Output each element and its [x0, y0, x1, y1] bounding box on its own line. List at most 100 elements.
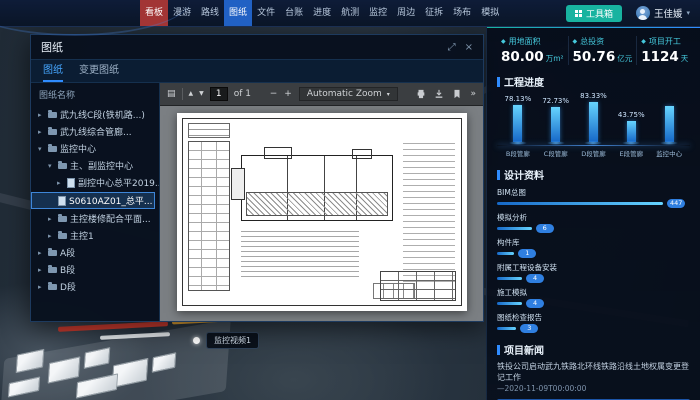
print-icon[interactable] — [416, 89, 426, 99]
section-header-progress: 工程进度 — [497, 74, 690, 89]
design-item-label: 施工模拟 — [497, 287, 690, 298]
tree-header: 图纸名称 — [31, 86, 159, 106]
page-total-label: of 1 — [234, 89, 251, 99]
stat-unit: 天 — [681, 54, 689, 63]
nav-tab-survey[interactable]: 航测 — [336, 0, 364, 26]
main-nav-tabs: 看板 漫游 路线 图纸 文件 台账 进度 航测 监控 周边 征拆 场布 模拟 — [140, 0, 504, 26]
tab-drawings[interactable]: 图纸 — [43, 60, 63, 82]
download-icon[interactable] — [434, 89, 444, 99]
page-down-icon[interactable]: ▼ — [199, 91, 204, 97]
toolbox-button[interactable]: 工具箱 — [566, 5, 622, 22]
bookmark-icon[interactable] — [452, 89, 462, 99]
zoom-select[interactable]: Automatic Zoom ▾ — [299, 87, 398, 101]
tree-caret-icon[interactable]: ▸ — [48, 215, 55, 223]
expand-icon[interactable]: ⤢ — [448, 42, 456, 53]
user-name: 王佳媛 — [654, 6, 683, 20]
section-accent-bar — [497, 345, 500, 355]
design-item[interactable]: BIM总图 447 — [497, 187, 690, 208]
nav-tab-requisition[interactable]: 征拆 — [420, 0, 448, 26]
design-item[interactable]: 模拟分析 6 — [497, 212, 690, 233]
nav-tab-drawings[interactable]: 图纸 — [224, 0, 252, 26]
chevron-down-icon: ▾ — [387, 91, 390, 98]
nav-tab-monitor[interactable]: 监控 — [364, 0, 392, 26]
page-input[interactable] — [210, 87, 228, 101]
tree-item[interactable]: ▸ D段 — [31, 278, 159, 295]
tree-item[interactable]: ▸ 武九线C段(铁机路...) — [31, 106, 159, 123]
folder-icon — [58, 163, 67, 169]
tree-item[interactable]: ▸ A段 — [31, 244, 159, 261]
chart-bar-column[interactable] — [652, 96, 686, 145]
chart-bar-column[interactable]: 78.13% — [501, 95, 535, 146]
tree-caret-icon[interactable]: ▸ — [48, 232, 55, 240]
diamond-icon: ◆ — [573, 38, 578, 45]
pdf-canvas[interactable] — [160, 106, 483, 321]
zoom-in-button[interactable]: + — [284, 90, 292, 99]
tree-item[interactable]: ▸ B段 — [31, 261, 159, 278]
tree-item[interactable]: ▸ 副控中心总平2019... — [31, 174, 159, 191]
nav-tab-surroundings[interactable]: 周边 — [392, 0, 420, 26]
page-up-icon[interactable]: ▲ — [189, 91, 194, 97]
nav-tab-ledger[interactable]: 台账 — [280, 0, 308, 26]
tree-caret-icon[interactable]: ▸ — [38, 283, 45, 291]
user-menu[interactable]: 王佳媛 ▾ — [636, 6, 690, 20]
chart-bar-column[interactable]: 43.75% — [614, 111, 648, 145]
sheet-title-block — [380, 271, 456, 301]
tree-caret-icon[interactable]: ▸ — [38, 128, 45, 136]
chart-bar-column[interactable]: 83.33% — [576, 92, 610, 145]
nav-tab-roam[interactable]: 漫游 — [168, 0, 196, 26]
more-tools-icon[interactable]: » — [470, 90, 476, 99]
count-badge: 6 — [536, 224, 554, 233]
sidebar-toggle-icon[interactable]: ▤ — [167, 90, 176, 99]
folder-icon — [48, 112, 57, 118]
tree-caret-icon[interactable]: ▾ — [48, 162, 55, 170]
nav-tab-simulation[interactable]: 模拟 — [476, 0, 504, 26]
top-navbar: 看板 漫游 路线 图纸 文件 台账 进度 航测 监控 周边 征拆 场布 模拟 工… — [0, 0, 700, 27]
bar-value-label: 72.73% — [542, 97, 569, 106]
tree-item-label: D段 — [60, 280, 76, 293]
design-item[interactable]: 附属工程设备安装 4 — [497, 262, 690, 283]
tree-caret-icon[interactable]: ▸ — [38, 111, 45, 119]
bar-category-label: B段管廊 — [500, 148, 536, 158]
sheet-notes-column — [403, 143, 455, 283]
bar-category-label: 监控中心 — [651, 148, 687, 158]
sheet-header-table — [188, 123, 230, 138]
tree-caret-icon[interactable]: ▸ — [38, 266, 45, 274]
tree-item-label: 副控中心总平2019... — [78, 176, 159, 189]
tree-item[interactable]: ▸ 主控1 — [31, 227, 159, 244]
tree-item[interactable]: ▾ 主、副监控中心 — [31, 157, 159, 174]
tree-caret-icon[interactable]: ▾ — [38, 145, 45, 153]
tree-item[interactable]: ▸ 武九线综合管廊... — [31, 123, 159, 140]
folder-icon — [48, 284, 57, 290]
design-item[interactable]: 构件库 1 — [497, 237, 690, 258]
nav-tab-route[interactable]: 路线 — [196, 0, 224, 26]
chart-bar-column[interactable]: 72.73% — [539, 97, 573, 145]
tree-item[interactable]: ▾ 监控中心 — [31, 140, 159, 157]
design-item[interactable]: 施工模拟 4 — [497, 287, 690, 308]
tree-caret-icon[interactable]: ▸ — [38, 249, 45, 257]
nav-tab-files[interactable]: 文件 — [252, 0, 280, 26]
plan-annex — [264, 147, 292, 159]
stat-total-investment: ◆总投资 50.76亿元 — [569, 36, 638, 65]
stat-unit: 万m² — [546, 54, 564, 63]
news-item[interactable]: 铁投公司启动武九铁路北环线铁路沿线土地权属变更登记工作 —2020-11-09T… — [497, 361, 690, 395]
close-icon[interactable]: × — [465, 42, 473, 53]
camera-hotspot[interactable] — [193, 337, 200, 344]
count-badge: 3 — [520, 324, 538, 333]
pdf-page[interactable] — [177, 113, 467, 311]
pipeline-red — [58, 321, 168, 332]
nav-tab-dashboard[interactable]: 看板 — [140, 0, 168, 26]
nav-tab-site-layout[interactable]: 场布 — [448, 0, 476, 26]
tree-item-selected[interactable]: S0610AZ01_总平... — [31, 192, 155, 209]
tree-item[interactable]: ▸ 主控楼修配合平面... — [31, 210, 159, 227]
tab-changed-drawings[interactable]: 变更图纸 — [79, 60, 119, 82]
tree-caret-icon[interactable]: ▸ — [57, 179, 64, 187]
sheet-floor-plan — [241, 155, 393, 221]
design-item[interactable]: 图纸检查报告 3 — [497, 312, 690, 333]
zoom-out-button[interactable]: − — [270, 90, 278, 99]
tree-item-label: A段 — [60, 246, 75, 259]
nav-tab-progress[interactable]: 进度 — [308, 0, 336, 26]
camera-tooltip[interactable]: 监控视频1 — [206, 332, 259, 349]
tree-item-label: 监控中心 — [60, 142, 96, 155]
chevron-down-icon: ▾ — [686, 9, 690, 17]
diamond-icon: ◆ — [641, 38, 646, 45]
